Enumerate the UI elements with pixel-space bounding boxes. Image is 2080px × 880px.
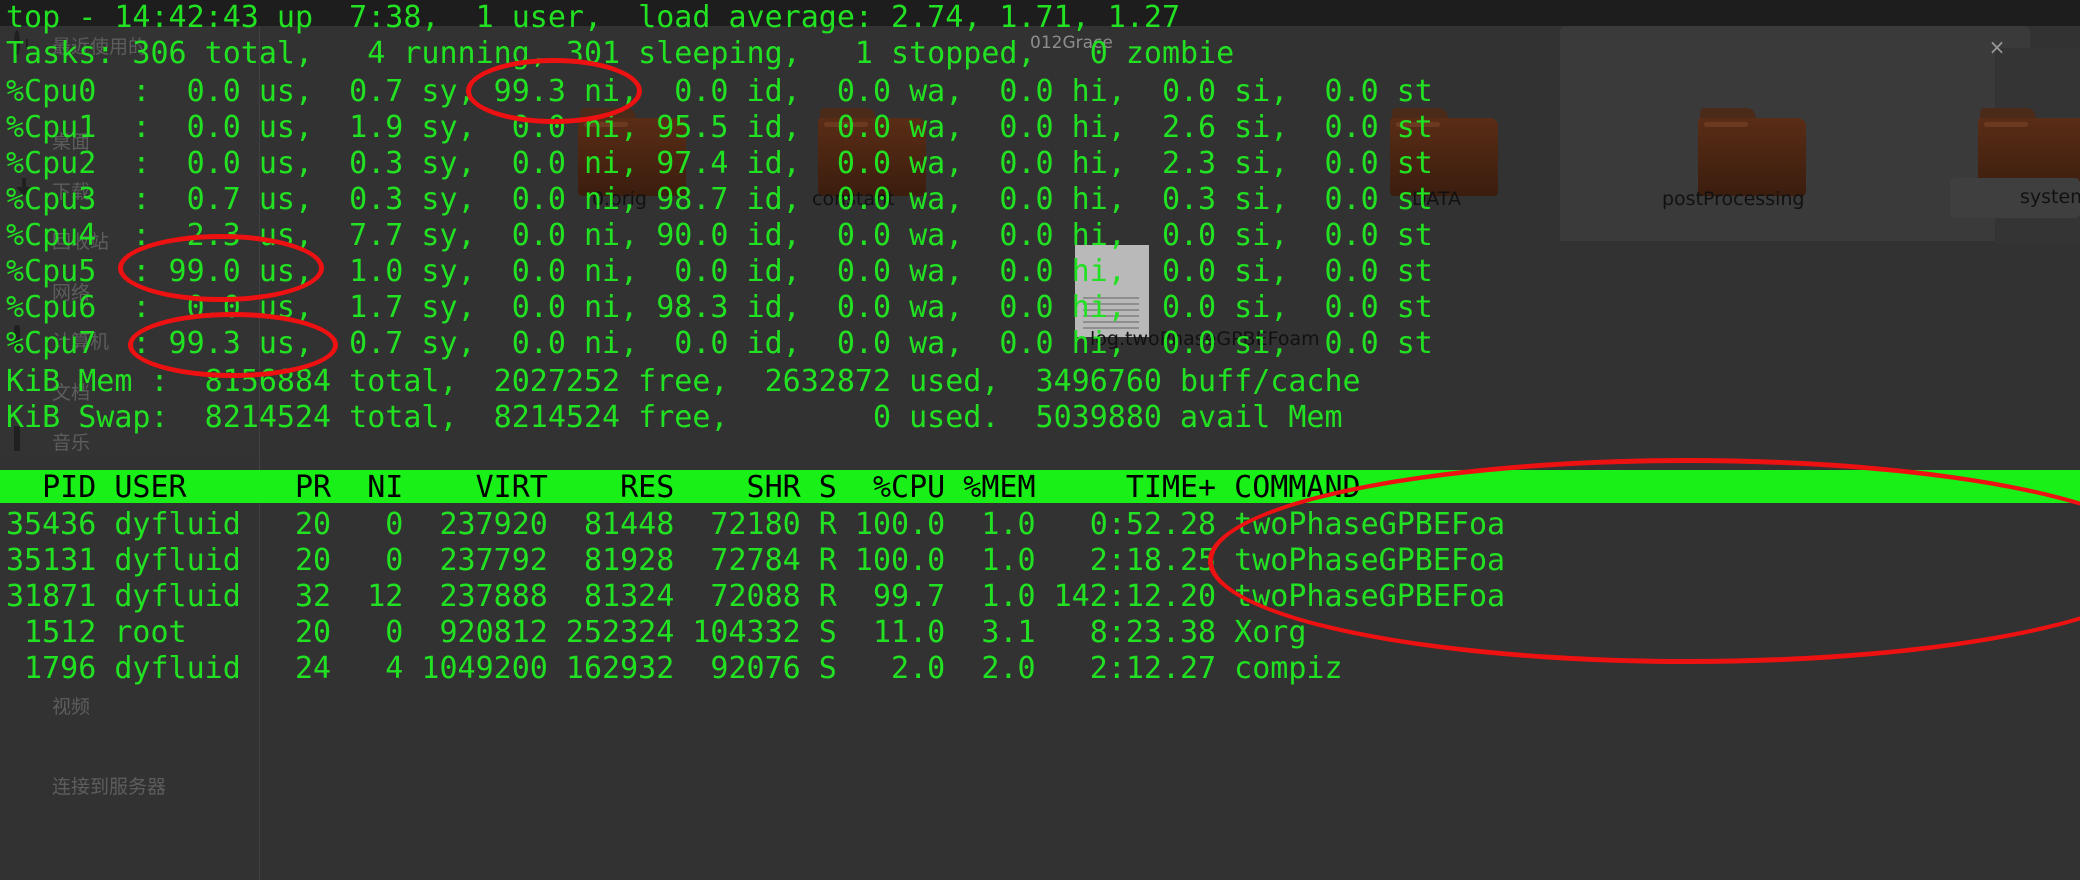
annotation-ellipse-cpu0-ni	[466, 58, 642, 124]
terminal-window[interactable]: top - 14:42:43 up 7:38, 1 user, load ave…	[0, 0, 2080, 880]
cpu-row-0: %Cpu0 : 0.0 us, 0.7 sy, 99.3 ni, 0.0 id,…	[6, 74, 1433, 109]
cpu-row-3: %Cpu3 : 0.7 us, 0.3 sy, 0.0 ni, 98.7 id,…	[6, 182, 1433, 217]
annotation-ellipse-cpu7-us	[128, 312, 338, 378]
cpu-row-1: %Cpu1 : 0.0 us, 1.9 sy, 0.0 ni, 95.5 id,…	[6, 110, 1433, 145]
process-table-header: PID USER PR NI VIRT RES SHR S %CPU %MEM …	[6, 470, 1361, 505]
table-row[interactable]: 1796 dyfluid 24 4 1049200 162932 92076 S…	[6, 651, 1343, 687]
swap-line: KiB Swap: 8214524 total, 8214524 free, 0…	[6, 400, 1343, 435]
cpu-row-2: %Cpu2 : 0.0 us, 0.3 sy, 0.0 ni, 97.4 id,…	[6, 146, 1433, 181]
top-summary-line: top - 14:42:43 up 7:38, 1 user, load ave…	[6, 0, 1180, 35]
top-summary-line: Tasks: 306 total, 4 running, 301 sleepin…	[6, 36, 1235, 71]
annotation-ellipse-cpu5-us	[118, 234, 324, 302]
table-row[interactable]: 1512 root 20 0 920812 252324 104332 S 11…	[6, 615, 1306, 651]
